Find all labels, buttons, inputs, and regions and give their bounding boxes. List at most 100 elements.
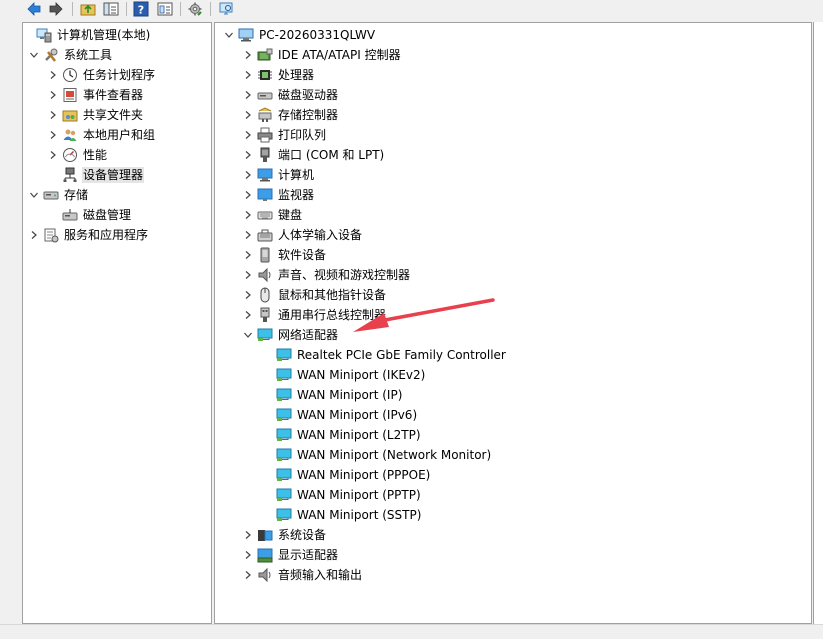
- chevron-right-icon[interactable]: [47, 69, 59, 81]
- device-category[interactable]: 系统设备: [242, 525, 327, 545]
- device-category[interactable]: 鼠标和其他指针设备: [242, 285, 387, 305]
- chevron-right-icon[interactable]: [47, 129, 59, 141]
- properties-icon[interactable]: [157, 1, 173, 17]
- tree-item-system-tools[interactable]: 系统工具: [28, 45, 113, 65]
- network-adapter-item[interactable]: WAN Miniport (IP): [261, 385, 403, 405]
- tree-item-storage[interactable]: 存储: [28, 185, 89, 205]
- audio-io-icon: [257, 567, 273, 583]
- network-adapter-item[interactable]: WAN Miniport (PPTP): [261, 485, 422, 505]
- device-category[interactable]: 声音、视频和游戏控制器: [242, 265, 411, 285]
- network-adapter-item[interactable]: WAN Miniport (PPPOE): [261, 465, 431, 485]
- network-adapter-icon: [276, 507, 292, 523]
- device-category[interactable]: 处理器: [242, 65, 315, 85]
- network-adapter-item-label: WAN Miniport (L2TP): [297, 428, 421, 442]
- chevron-down-icon[interactable]: [28, 49, 40, 61]
- network-adapter-item[interactable]: WAN Miniport (Network Monitor): [261, 445, 492, 465]
- chevron-down-icon[interactable]: [242, 329, 254, 341]
- chevron-right-icon[interactable]: [242, 129, 254, 141]
- device-category[interactable]: 打印队列: [242, 125, 327, 145]
- forward-arrow-icon[interactable]: [48, 1, 64, 17]
- tree-item-device-manager[interactable]: 设备管理器: [47, 165, 145, 185]
- chevron-right-icon[interactable]: [47, 109, 59, 121]
- chevron-right-icon[interactable]: [242, 169, 254, 181]
- tree-item-task-scheduler[interactable]: 任务计划程序: [47, 65, 156, 85]
- network-adapter-item[interactable]: WAN Miniport (IPv6): [261, 405, 418, 425]
- device-category[interactable]: 计算机: [242, 165, 315, 185]
- storage-controller-icon: [257, 107, 273, 123]
- chevron-right-icon[interactable]: [28, 229, 40, 241]
- action-pane-edge: [813, 22, 823, 638]
- tree-item-event-viewer[interactable]: 事件查看器: [47, 85, 144, 105]
- chevron-right-icon[interactable]: [242, 229, 254, 241]
- console-tree-pane[interactable]: 计算机管理(本地) 系统工具 任务计划程序 事件查看器 共享文件夹 本地用户和组 性能 设备管…: [22, 22, 212, 624]
- chevron-right-icon[interactable]: [242, 49, 254, 61]
- device-tree-root[interactable]: PC-20260331QLWV: [223, 25, 376, 45]
- storage-icon: [43, 187, 59, 203]
- chevron-down-icon[interactable]: [223, 29, 235, 41]
- tree-item-storage-label: 存储: [64, 188, 89, 202]
- back-arrow-icon[interactable]: [26, 1, 42, 17]
- device-category[interactable]: 显示适配器: [242, 545, 339, 565]
- processor-icon: [257, 67, 273, 83]
- tree-item-services-apps[interactable]: 服务和应用程序: [28, 225, 149, 245]
- status-bar: [0, 624, 823, 639]
- device-category[interactable]: 网络适配器: [242, 325, 339, 345]
- tree-item-local-users-groups[interactable]: 本地用户和组: [47, 125, 156, 145]
- network-adapter-icon: [276, 487, 292, 503]
- chevron-down-icon[interactable]: [28, 189, 40, 201]
- chevron-right-icon[interactable]: [242, 209, 254, 221]
- device-category[interactable]: 存储控制器: [242, 105, 339, 125]
- show-hide-tree-icon[interactable]: [103, 1, 119, 17]
- network-adapter-item-label: WAN Miniport (SSTP): [297, 508, 422, 522]
- toolbar: ?: [0, 0, 823, 20]
- chevron-right-icon[interactable]: [47, 89, 59, 101]
- network-adapter-item-label: WAN Miniport (IP): [297, 388, 403, 402]
- device-category[interactable]: 磁盘驱动器: [242, 85, 339, 105]
- device-category[interactable]: 端口 (COM 和 LPT): [242, 145, 385, 165]
- up-folder-icon[interactable]: [80, 1, 96, 17]
- network-adapter-item-label: Realtek PCIe GbE Family Controller: [297, 348, 506, 362]
- performance-icon: [62, 147, 78, 163]
- chevron-right-icon[interactable]: [242, 269, 254, 281]
- scan-hardware-icon[interactable]: [218, 1, 234, 17]
- device-category[interactable]: 软件设备: [242, 245, 327, 265]
- chevron-right-icon[interactable]: [242, 89, 254, 101]
- chevron-right-icon[interactable]: [242, 289, 254, 301]
- chevron-right-icon[interactable]: [242, 249, 254, 261]
- chevron-right-icon[interactable]: [242, 309, 254, 321]
- device-category[interactable]: 键盘: [242, 205, 303, 225]
- tree-item-disk-management[interactable]: 磁盘管理: [47, 205, 132, 225]
- chevron-right-icon[interactable]: [242, 109, 254, 121]
- tree-item-shared-folders[interactable]: 共享文件夹: [47, 105, 144, 125]
- chevron-right-icon[interactable]: [47, 149, 59, 161]
- chevron-right-icon[interactable]: [242, 189, 254, 201]
- tree-item-performance[interactable]: 性能: [47, 145, 108, 165]
- network-adapter-item[interactable]: WAN Miniport (IKEv2): [261, 365, 426, 385]
- device-manager-icon: [62, 167, 78, 183]
- device-category[interactable]: IDE ATA/ATAPI 控制器: [242, 45, 402, 65]
- network-adapter-icon: [276, 467, 292, 483]
- device-tree-pane[interactable]: PC-20260331QLWV IDE ATA/ATAPI 控制器 处理器磁盘驱动器…: [214, 22, 812, 624]
- chevron-right-icon[interactable]: [242, 569, 254, 581]
- chevron-right-icon[interactable]: [242, 149, 254, 161]
- network-adapter-item[interactable]: Realtek PCIe GbE Family Controller: [261, 345, 507, 365]
- device-category[interactable]: 音频输入和输出: [242, 565, 363, 585]
- device-category-label: 存储控制器: [278, 108, 339, 122]
- network-adapter-item[interactable]: WAN Miniport (SSTP): [261, 505, 422, 525]
- tree-item-computer-management[interactable]: 计算机管理(本地): [23, 25, 151, 45]
- network-adapter-item[interactable]: WAN Miniport (L2TP): [261, 425, 422, 445]
- device-category[interactable]: 监视器: [242, 185, 315, 205]
- chevron-right-icon[interactable]: [242, 549, 254, 561]
- device-category-label: 显示适配器: [278, 548, 339, 562]
- help-icon[interactable]: ?: [133, 1, 149, 17]
- action-icon[interactable]: [187, 1, 203, 17]
- device-category[interactable]: 人体学输入设备: [242, 225, 363, 245]
- chevron-right-icon[interactable]: [242, 529, 254, 541]
- chevron-right-icon[interactable]: [242, 69, 254, 81]
- device-category[interactable]: 通用串行总线控制器: [242, 305, 387, 325]
- device-category-label: 磁盘驱动器: [278, 88, 339, 102]
